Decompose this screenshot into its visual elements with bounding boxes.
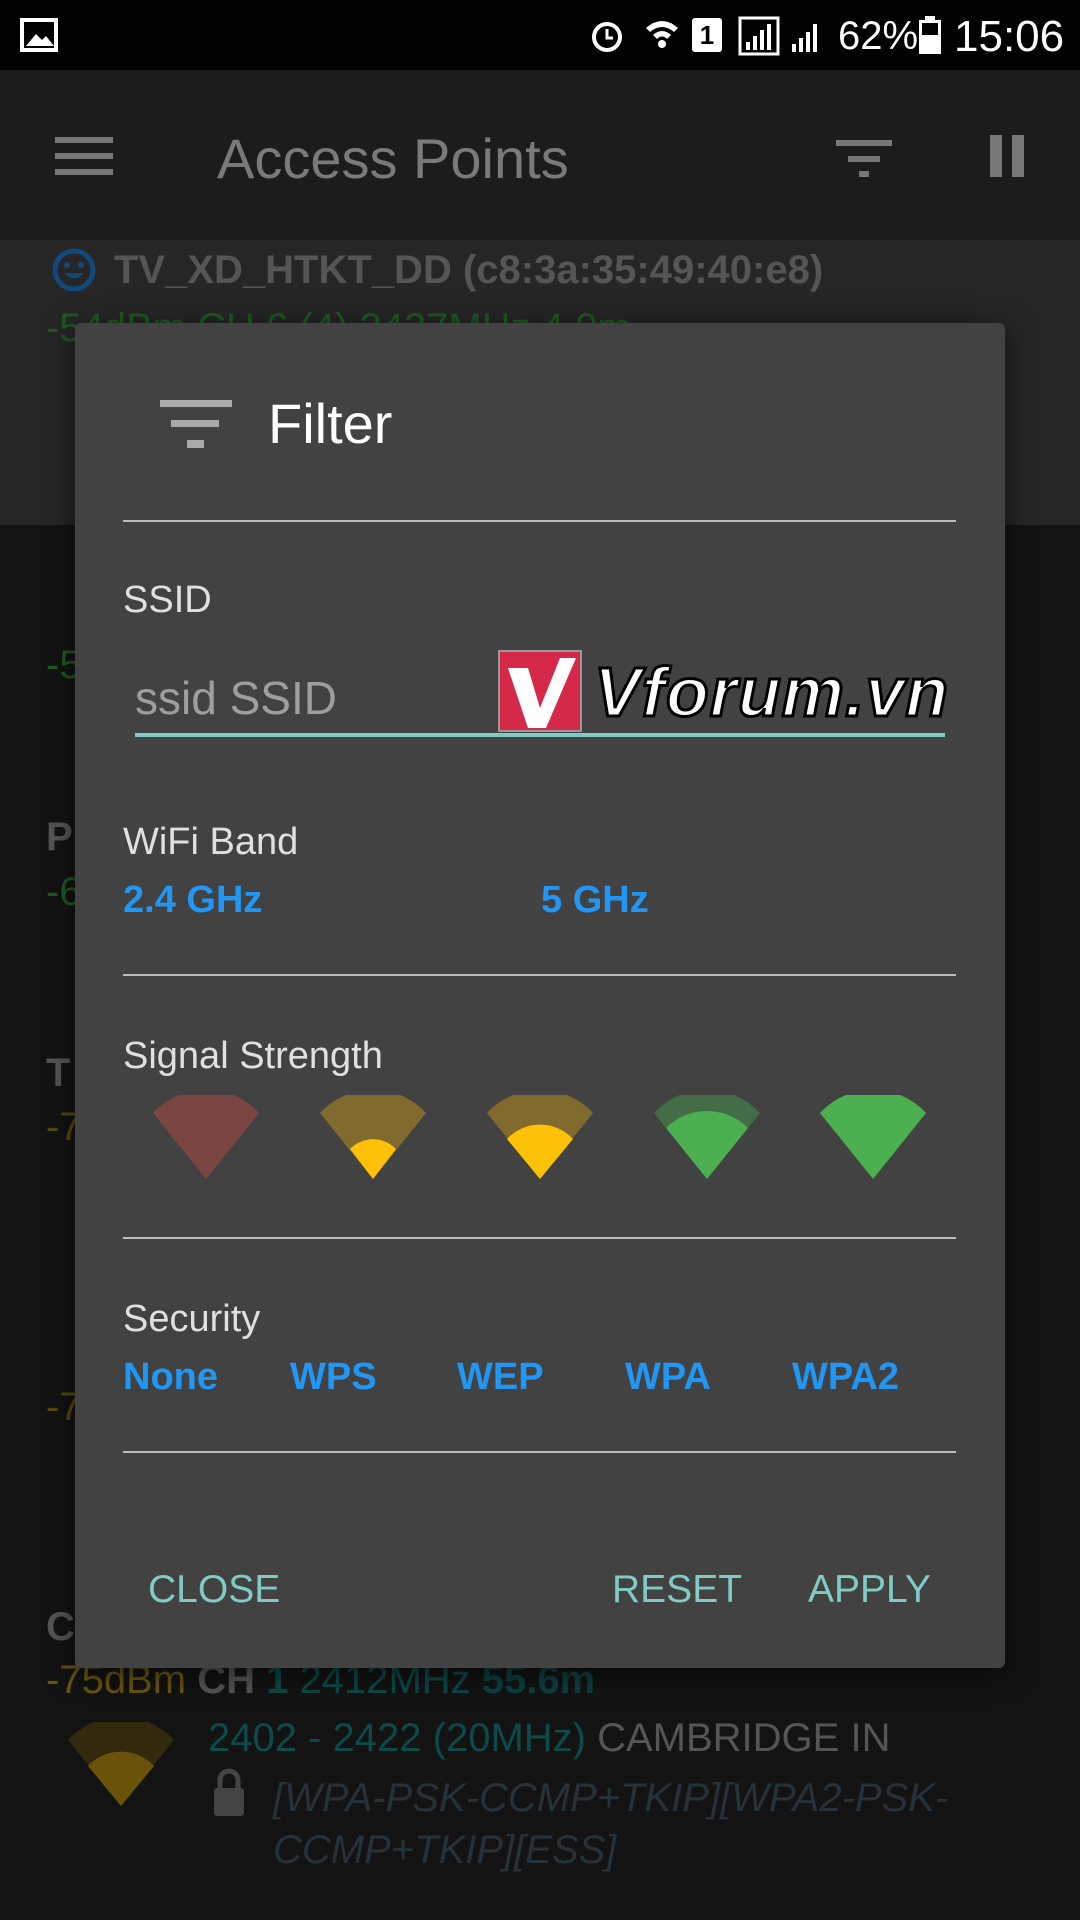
signal-level-4-icon[interactable] — [820, 1095, 926, 1181]
filter-dialog: Filter SSID #dialog input::placeholder{c… — [75, 323, 1005, 1668]
security-option-wep[interactable]: WEP — [457, 1356, 544, 1399]
image-icon — [20, 18, 58, 52]
divider — [123, 974, 956, 976]
signal-icon — [738, 16, 780, 56]
sim-icon: 1 — [692, 18, 722, 52]
dialog-title: Filter — [268, 392, 393, 455]
list-item-partial: C — [46, 1605, 75, 1649]
signal-level-2-icon[interactable] — [487, 1095, 593, 1181]
ssid-label: SSID — [123, 579, 212, 621]
apply-button[interactable]: APPLY — [808, 1568, 931, 1612]
signal-icon-2 — [792, 24, 817, 52]
band-option-5ghz[interactable]: 5 GHz — [541, 879, 649, 922]
watermark-text: Vforum.vn — [592, 652, 950, 733]
capabilities-text: [WPA-PSK-CCMP+TKIP][WPA2-PSK-CCMP+TKIP][… — [273, 1776, 949, 1872]
divider — [123, 520, 956, 522]
signal-level-1-icon[interactable] — [320, 1095, 426, 1181]
close-button[interactable]: CLOSE — [148, 1568, 280, 1612]
filter-icon[interactable] — [836, 138, 892, 178]
lock-icon — [214, 1768, 244, 1816]
ssid-text: TV_XD_HTKT_DD (c8:3a:35:49:40:e8) — [114, 248, 824, 292]
security-label: Security — [123, 1298, 261, 1340]
wifi-icon — [646, 21, 678, 48]
channel-range-row: 2402 - 2422 (20MHz) CAMBRIDGE IN — [208, 1716, 890, 1761]
band-option-2-4ghz[interactable]: 2.4 GHz — [123, 879, 262, 922]
security-option-wps[interactable]: WPS — [290, 1356, 377, 1399]
reset-button[interactable]: RESET — [612, 1568, 742, 1612]
divider — [123, 1237, 956, 1239]
list-item-partial: T — [46, 1051, 71, 1095]
signal-strength-label: Signal Strength — [123, 1035, 383, 1077]
battery-percent: 62% — [838, 14, 919, 58]
smiley-icon — [52, 248, 96, 292]
filter-icon — [160, 400, 232, 448]
divider — [123, 1451, 956, 1453]
status-bar: 1 62% 15:06 — [0, 0, 1080, 70]
menu-icon[interactable] — [55, 135, 113, 175]
battery-icon — [919, 16, 941, 54]
security-option-wpa[interactable]: WPA — [625, 1356, 711, 1399]
range-text: 2402 - 2422 (20MHz) — [208, 1716, 586, 1760]
wifi-band-label: WiFi Band — [123, 821, 299, 863]
vendor-text: CAMBRIDGE IN — [597, 1716, 891, 1760]
watermark-v-icon — [498, 650, 582, 732]
clock: 15:06 — [954, 12, 1065, 61]
security-option-wpa2[interactable]: WPA2 — [792, 1356, 899, 1399]
signal-level-3-icon[interactable] — [654, 1095, 760, 1181]
security-option-none[interactable]: None — [123, 1356, 218, 1399]
app-bar: Access Points — [0, 70, 1080, 240]
alarm-icon — [592, 22, 622, 52]
watermark-logo: Vforum.vn — [498, 650, 1008, 733]
list-item-partial: P — [46, 815, 73, 859]
signal-level-0-icon[interactable] — [153, 1095, 259, 1181]
page-title: Access Points — [217, 127, 569, 190]
pause-icon[interactable] — [988, 135, 1028, 181]
signal-level-icon — [68, 1722, 174, 1806]
